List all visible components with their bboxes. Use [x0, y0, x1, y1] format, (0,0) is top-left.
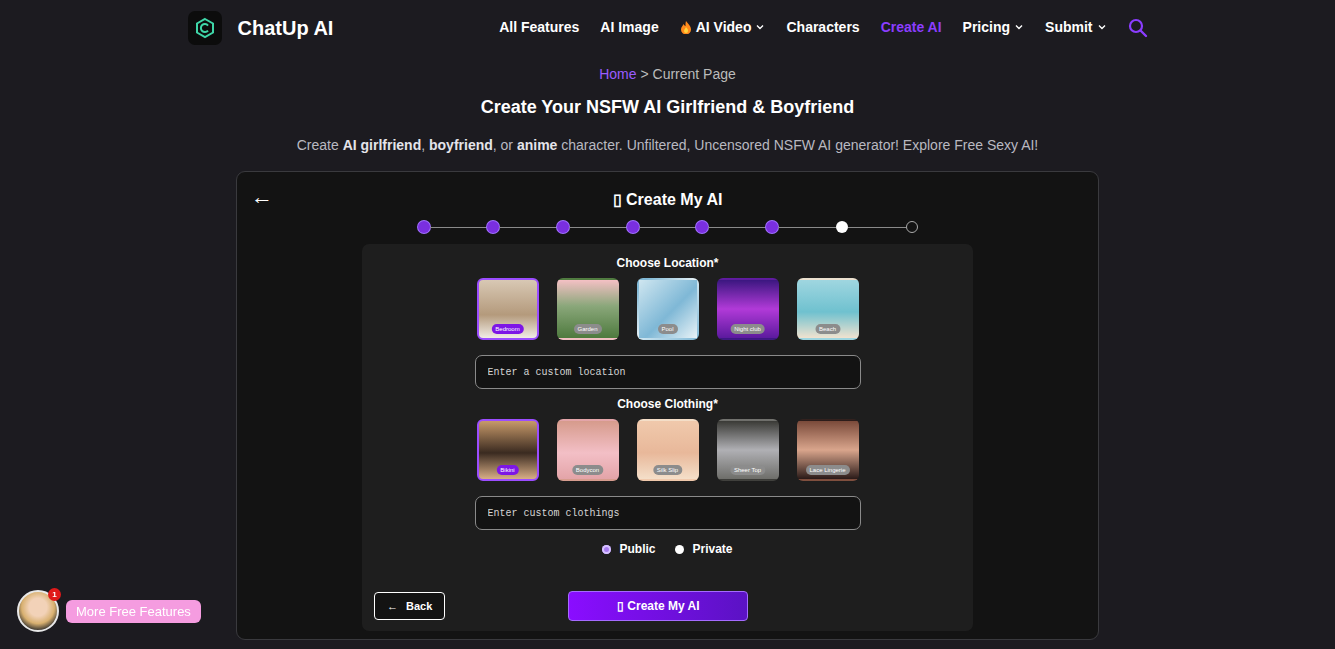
nav-item[interactable]: All Features — [499, 17, 579, 38]
location-option[interactable]: Night club — [717, 278, 779, 340]
stepper-line — [708, 227, 766, 228]
brand-name[interactable]: ChatUp AI — [238, 13, 334, 43]
button-row: ←Back ▯ Create My AI — [362, 591, 973, 621]
radio-dot[interactable] — [675, 545, 684, 554]
subtitle-part: anime — [517, 137, 557, 153]
clothing-option[interactable]: Bikini — [477, 419, 539, 481]
clothing-options: Bikini Bodycon Silk Slip Sheer Top Lace Ling… — [362, 419, 973, 481]
option-label: Silk Slip — [653, 465, 682, 475]
nav-item[interactable]: Pricing — [963, 17, 1024, 38]
step-dot — [627, 221, 639, 233]
create-button[interactable]: ▯ Create My AI — [568, 591, 748, 621]
radio-dot[interactable] — [602, 545, 611, 554]
brand[interactable]: ChatUp AI — [188, 11, 334, 45]
nav-container: ChatUp AI All Features AI Image AI Video Cha… — [188, 0, 1148, 55]
clothing-option[interactable]: Silk Slip — [637, 419, 699, 481]
option-label: Bikini — [496, 465, 518, 475]
subtitle-part: AI girlfriend — [343, 137, 422, 153]
flame-icon — [680, 20, 692, 34]
section-label: Choose Clothing* — [362, 397, 973, 412]
clothing-option[interactable]: Sheer Top — [717, 419, 779, 481]
clothing-option[interactable]: Bodycon — [557, 419, 619, 481]
stepper-line — [499, 227, 557, 228]
spacer — [362, 389, 973, 397]
option-label: Bodycon — [572, 465, 603, 475]
location-options: Bedroom Garden Pool Night club Beach — [362, 278, 973, 340]
hexagon-icon — [194, 17, 216, 39]
wizard-card: ← ▯ Create My AI Choose Location* Bedroom Ga… — [236, 171, 1099, 640]
promo-widget[interactable]: 1 More Free Features — [17, 590, 201, 632]
chevron-down-icon — [755, 23, 765, 31]
option-label: Sheer Top — [730, 465, 765, 475]
visibility-radio[interactable]: Private — [675, 542, 732, 557]
location-option[interactable]: Pool — [637, 278, 699, 340]
subtitle-part: Create — [297, 137, 343, 153]
nav-item[interactable]: AI Video — [680, 17, 766, 38]
nav-item[interactable]: Characters — [786, 17, 859, 38]
subtitle-part: boyfriend — [429, 137, 493, 153]
stepper-line — [778, 227, 836, 228]
visibility-group: Public Private — [362, 542, 973, 557]
option-label: Garden — [573, 324, 601, 334]
option-label: Night club — [730, 324, 765, 334]
search-icon — [1128, 18, 1148, 38]
nav-menu: All Features AI Image AI Video Characters Cr… — [499, 17, 1147, 38]
step-dot — [418, 221, 430, 233]
stepper-line — [639, 227, 697, 228]
back-button[interactable]: ←Back — [374, 592, 445, 621]
stepper-line — [569, 227, 627, 228]
logo-icon[interactable] — [188, 11, 222, 45]
clothing-input[interactable] — [475, 496, 861, 530]
wizard-header: ← ▯ Create My AI — [237, 188, 1098, 212]
nav-item[interactable]: Create AI — [881, 17, 942, 38]
option-label: Beach — [815, 324, 840, 334]
breadcrumb-separator: > — [640, 66, 648, 82]
visibility-radio[interactable]: Public — [602, 542, 655, 557]
nav-item[interactable]: Submit — [1045, 17, 1106, 38]
breadcrumb: Home > Current Page — [0, 66, 1335, 83]
subtitle-part: , — [421, 137, 429, 153]
top-bar: ChatUp AI All Features AI Image AI Video Cha… — [0, 0, 1335, 55]
step-dot — [487, 221, 499, 233]
stepper-line — [848, 227, 906, 228]
clothing-option[interactable]: Lace Lingerie — [797, 419, 859, 481]
breadcrumb-current: Current Page — [653, 66, 736, 82]
option-label: Lace Lingerie — [805, 465, 849, 475]
step-dot — [696, 221, 708, 233]
subtitle-part: , or — [493, 137, 517, 153]
page-subtitle: Create AI girlfriend, boyfriend, or anim… — [0, 136, 1335, 154]
section-label: Choose Location* — [362, 256, 973, 271]
notification-badge: 1 — [48, 588, 61, 601]
option-label: Bedroom — [491, 324, 523, 334]
chevron-down-icon — [1014, 23, 1024, 31]
step-dot — [836, 221, 848, 233]
step-dot — [766, 221, 778, 233]
search-button[interactable] — [1128, 17, 1148, 38]
nav-item[interactable]: AI Image — [600, 17, 658, 38]
stepper — [418, 220, 918, 234]
chevron-down-icon — [1097, 23, 1107, 31]
location-option[interactable]: Beach — [797, 278, 859, 340]
step-dot — [906, 221, 918, 233]
page-title: Create Your NSFW AI Girlfriend & Boyfrie… — [0, 95, 1335, 119]
location-option[interactable]: Bedroom — [477, 278, 539, 340]
back-arrow-icon[interactable]: ← — [251, 185, 273, 209]
wizard-title: ▯ Create My AI — [613, 191, 723, 208]
location-option[interactable]: Garden — [557, 278, 619, 340]
stepper-line — [430, 227, 488, 228]
location-input[interactable] — [475, 355, 861, 389]
wizard-panel: Choose Location* Bedroom Garden Pool Night c… — [362, 244, 973, 631]
avatar-icon[interactable]: 1 — [17, 590, 59, 632]
breadcrumb-home[interactable]: Home — [599, 66, 636, 82]
subtitle-part: character. Unfiltered, Uncensored NSFW A… — [557, 137, 1038, 153]
promo-button[interactable]: More Free Features — [66, 600, 201, 623]
option-label: Pool — [657, 324, 677, 334]
step-dot — [557, 221, 569, 233]
